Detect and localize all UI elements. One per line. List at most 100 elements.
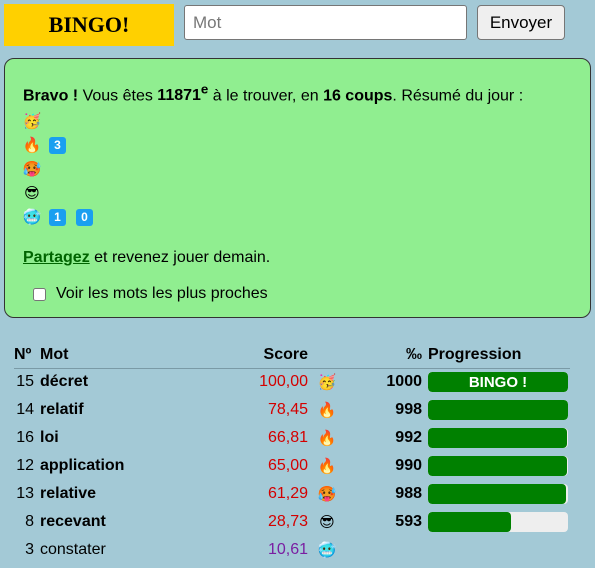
hot-face-icon: 🥵: [317, 484, 337, 503]
header-word: Mot: [40, 342, 218, 369]
row-score: 10,61: [267, 541, 308, 558]
table-row: 14 relatif 78,45 🔥 998: [14, 396, 570, 424]
row-emoji-cell: 🥶: [308, 536, 358, 564]
count-badge: 0: [76, 208, 93, 226]
row-num: 15: [16, 373, 34, 391]
table-row: 8 recevant 28,73 😎 593: [14, 508, 570, 536]
summary-text-3: . Résumé du jour :: [392, 87, 524, 105]
guess-table-container: Nº Mot Score ‰ Progression 15 décret 100,0…: [14, 342, 574, 564]
row-num: 12: [16, 457, 34, 474]
fire-icon: 🔥: [317, 456, 337, 475]
header-permille: ‰: [358, 342, 428, 369]
closest-words-checkbox[interactable]: [33, 287, 46, 301]
party-face-icon: 🥳: [22, 112, 42, 131]
header-emoji: [308, 342, 358, 369]
progress-bar: [428, 400, 568, 420]
row-permille: [358, 536, 428, 564]
row-permille: 593: [395, 513, 422, 530]
row-word: relatif: [40, 401, 84, 418]
share-link[interactable]: Partagez: [23, 249, 90, 266]
progress-fill: [428, 428, 567, 448]
row-word: décret: [40, 373, 89, 391]
sunglasses-face-icon: 😎: [319, 512, 335, 531]
row-score: 100,00: [259, 373, 308, 391]
send-button[interactable]: Envoyer: [477, 5, 565, 40]
row-permille: 990: [395, 457, 422, 474]
row-score: 66,81: [267, 429, 308, 446]
cold-face-icon: 🥶: [317, 540, 337, 559]
emoji-summary-row: 🔥 3: [23, 133, 572, 157]
row-emoji-cell: 🔥: [308, 452, 358, 480]
row-permille: 998: [395, 401, 422, 418]
closest-words-label: Voir les mots les plus proches: [56, 285, 268, 303]
guess-table: Nº Mot Score ‰ Progression 15 décret 100,0…: [14, 342, 570, 564]
row-emoji-cell: 😎: [308, 508, 358, 536]
share-line: Partagez et revenez jouer demain.: [23, 247, 572, 269]
header-progress: Progression: [428, 342, 570, 369]
row-score: 78,45: [267, 401, 308, 418]
closest-words-toggle[interactable]: Voir les mots les plus proches: [33, 285, 572, 303]
share-text: et revenez jouer demain.: [89, 249, 271, 267]
tries-value: 16 coups: [323, 87, 393, 105]
row-num: 8: [25, 513, 34, 530]
progress-fill: [428, 400, 568, 420]
progress-fill: [428, 512, 512, 532]
progress-bar: [428, 484, 568, 504]
row-permille: 988: [395, 485, 422, 502]
row-num: 13: [16, 485, 34, 502]
summary-text: Bravo ! Vous êtes 11871e à le trouver, e…: [23, 79, 572, 107]
row-progress-cell: [428, 536, 570, 564]
table-row: 3 constater 10,61 🥶: [14, 536, 570, 564]
row-score: 65,00: [267, 457, 308, 474]
top-bar: BINGO! Envoyer: [4, 4, 591, 46]
row-word: application: [40, 457, 125, 474]
cold-face-icon: 🥶: [22, 208, 42, 227]
count-badge: 1: [49, 208, 66, 226]
count-badge: 3: [49, 136, 66, 154]
party-face-icon: 🥳: [317, 372, 337, 391]
row-progress-cell: [428, 424, 570, 452]
progress-bar: [428, 512, 568, 532]
progress-bar: [428, 456, 568, 476]
row-progress-cell: BINGO !: [428, 368, 570, 396]
row-emoji-cell: 🔥: [308, 396, 358, 424]
fire-icon: 🔥: [317, 400, 337, 419]
row-word: relative: [40, 485, 97, 502]
bingo-banner: BINGO!: [4, 4, 174, 46]
row-num: 16: [16, 429, 34, 446]
bravo-label: Bravo !: [23, 87, 79, 105]
row-emoji-cell: 🥵: [308, 480, 358, 508]
row-num: 3: [25, 541, 34, 558]
table-row: 16 loi 66,81 🔥 992: [14, 424, 570, 452]
row-word: recevant: [40, 513, 106, 530]
row-emoji-cell: 🔥: [308, 424, 358, 452]
row-progress-cell: [428, 480, 570, 508]
result-panel: Bravo ! Vous êtes 11871e à le trouver, e…: [4, 58, 591, 318]
sunglasses-face-icon: 😎: [24, 184, 40, 203]
row-progress-cell: [428, 396, 570, 424]
table-row: 15 décret 100,00 🥳 1000 BINGO !: [14, 368, 570, 396]
row-progress-cell: [428, 452, 570, 480]
rank-value: 11871e: [157, 82, 209, 105]
emoji-summary-row: 🥶 1 0: [23, 205, 572, 229]
row-emoji-cell: 🥳: [308, 368, 358, 396]
row-progress-cell: [428, 508, 570, 536]
row-word: constater: [40, 541, 106, 558]
row-num: 14: [16, 401, 34, 418]
fire-icon: 🔥: [317, 428, 337, 447]
row-score: 61,29: [267, 485, 308, 502]
progress-label: BINGO !: [468, 373, 528, 391]
row-permille: 1000: [386, 373, 422, 391]
emoji-summary-row: 😎: [23, 181, 572, 205]
header-num: Nº: [14, 342, 40, 369]
guess-input[interactable]: [184, 5, 467, 40]
emoji-summary-row: 🥵: [23, 157, 572, 181]
hot-face-icon: 🥵: [22, 160, 42, 179]
progress-bar: BINGO !: [428, 372, 568, 393]
table-row: 13 relative 61,29 🥵 988: [14, 480, 570, 508]
progress-fill: [428, 484, 567, 504]
row-score: 28,73: [267, 513, 308, 530]
row-permille: 992: [395, 429, 422, 446]
emoji-summary-row: 🥳: [23, 109, 572, 133]
header-score: Score: [218, 342, 308, 369]
